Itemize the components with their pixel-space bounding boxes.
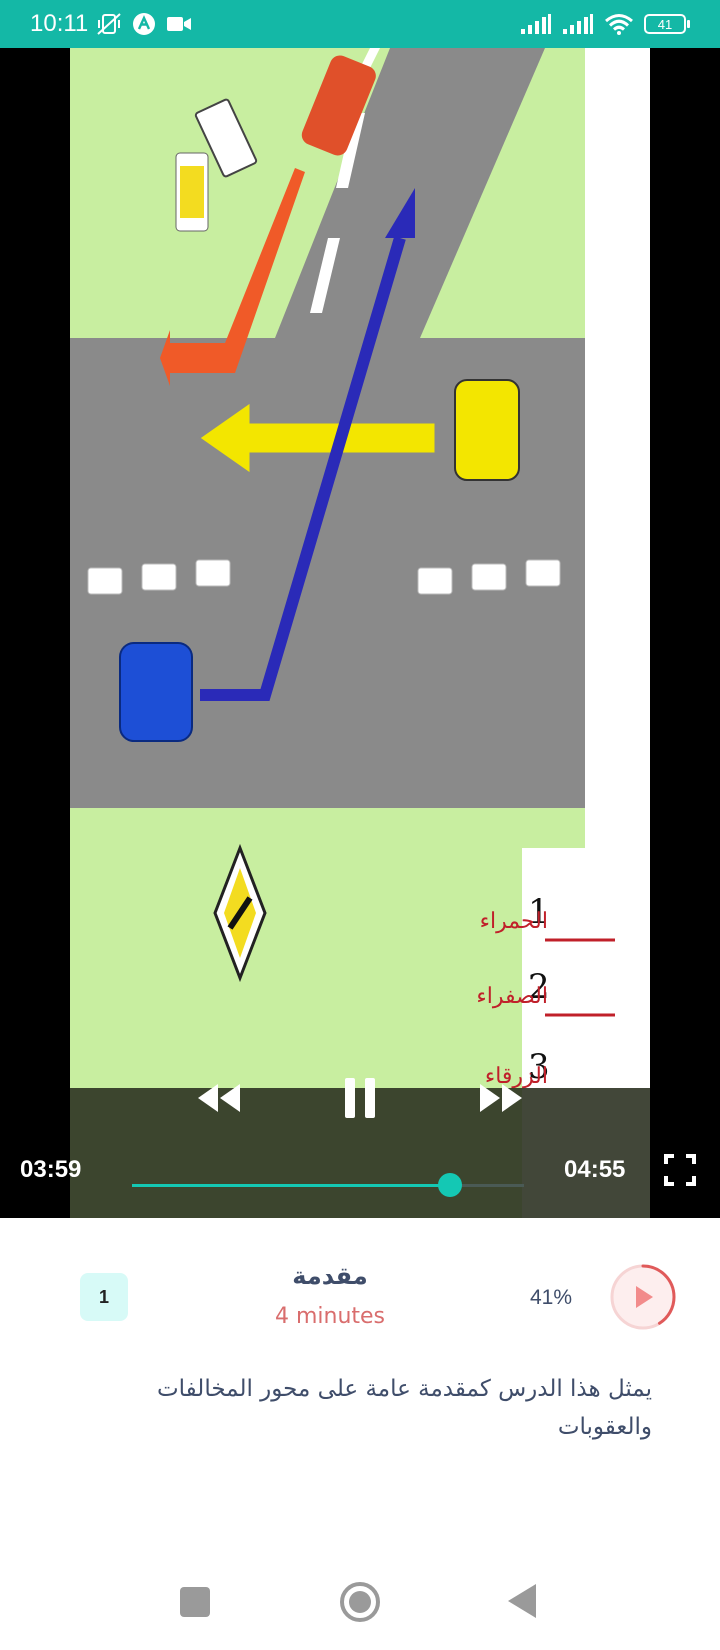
lesson-progress-percent: 41% [530,1286,573,1309]
signal-icon [521,14,551,34]
lesson-duration: 4 minutes [274,1304,386,1329]
total-duration: 04:55 [564,1156,626,1183]
battery-level: 41 [644,14,686,34]
video-frame: 1 الحمراء 2 الصفراء 3 الزرقاء [70,48,650,1218]
current-time: 03:59 [20,1156,82,1183]
legend-label-red: الحمراء [480,909,548,934]
status-right-icons: 41 [520,13,690,35]
lesson-row[interactable]: 1 مقدمة 4 minutes 41% [0,1218,720,1348]
pause-button[interactable] [330,1063,390,1133]
seek-bar-thumb[interactable] [437,1173,462,1197]
video-camera-icon [167,17,192,31]
status-left-icons [96,12,192,36]
fullscreen-button[interactable] [658,1148,702,1192]
navigation-bar [0,1560,720,1650]
lesson-title: مقدمة [292,1262,368,1290]
seek-bar[interactable] [132,1173,524,1197]
vibrate-off-icon [97,13,121,35]
pause-icon [345,1078,375,1118]
app-notification-icon [133,13,156,35]
rewind-button[interactable] [190,1068,250,1128]
wifi-icon [605,14,633,35]
home-button[interactable] [338,1580,382,1624]
status-bar: 10:11 41 [0,0,720,48]
back-button[interactable] [506,1582,540,1620]
seek-bar-fill [132,1184,450,1187]
legend-label-yellow: الصفراء [476,984,548,1009]
fullscreen-icon [664,1154,696,1186]
video-player[interactable]: 1 الحمراء 2 الصفراء 3 الزرقاء 03:59 04:5… [0,48,720,1218]
status-time: 10:11 [30,10,89,37]
lesson-number-badge: 1 [80,1273,128,1321]
rewind-icon [198,1084,240,1112]
lesson-description: يمثل هذا الدرس كمقدمة عامة على محور المخ… [157,1376,652,1440]
battery-icon: 41 [644,14,690,34]
lesson-play-button[interactable] [608,1262,678,1332]
fast-forward-icon [480,1084,522,1112]
signal-icon-2 [563,14,593,34]
recents-button[interactable] [180,1587,210,1617]
fast-forward-button[interactable] [470,1068,530,1128]
